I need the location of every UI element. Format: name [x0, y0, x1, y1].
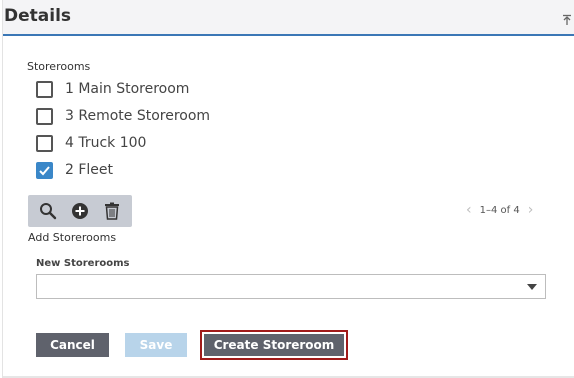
search-button[interactable]: [35, 198, 61, 224]
storeroom-label: 2 Fleet: [65, 162, 114, 178]
create-storeroom-focus-frame: Create Storeroom: [200, 330, 348, 360]
pagination: ‹ 1–4 of 4 ›: [458, 203, 541, 217]
save-button[interactable]: Save: [125, 333, 187, 357]
next-page-icon[interactable]: ›: [520, 203, 542, 217]
chevron-down-icon: [527, 284, 537, 290]
add-circle-icon: [72, 203, 88, 219]
storeroom-label: 1 Main Storeroom: [65, 81, 190, 97]
storeroom-item-main[interactable]: 1 Main Storeroom: [36, 78, 189, 100]
pagination-text: 1–4 of 4: [479, 204, 520, 216]
checkmark-icon: [39, 165, 50, 175]
new-storerooms-label: New Storerooms: [36, 258, 130, 269]
collapse-up-icon[interactable]: [561, 13, 573, 25]
create-storeroom-button[interactable]: Create Storeroom: [204, 334, 344, 356]
search-icon: [40, 203, 57, 220]
add-button[interactable]: [67, 198, 93, 224]
storeroom-label: 3 Remote Storeroom: [65, 108, 211, 124]
page-title: Details: [4, 6, 72, 26]
details-header: Details: [3, 0, 574, 36]
add-storerooms-label: Add Storerooms: [28, 231, 117, 244]
storerooms-label: Storerooms: [27, 60, 91, 73]
prev-page-icon[interactable]: ‹: [458, 203, 480, 217]
trash-icon: [105, 202, 119, 220]
storeroom-checkbox[interactable]: [36, 107, 53, 125]
details-panel: Details Storerooms 1 Main Storeroom 3 Re…: [2, 0, 574, 378]
storeroom-label: 4 Truck 100: [65, 135, 147, 151]
storeroom-item-fleet[interactable]: 2 Fleet: [36, 159, 113, 181]
storeroom-checkbox[interactable]: [36, 134, 53, 152]
cancel-button[interactable]: Cancel: [36, 333, 109, 357]
new-storerooms-select[interactable]: [36, 274, 546, 299]
storeroom-item-truck[interactable]: 4 Truck 100: [36, 132, 146, 154]
delete-button[interactable]: [99, 198, 125, 224]
storeroom-toolbar: [28, 195, 132, 227]
storeroom-checkbox-checked[interactable]: [36, 161, 53, 179]
storeroom-item-remote[interactable]: 3 Remote Storeroom: [36, 105, 210, 127]
storeroom-checkbox[interactable]: [36, 80, 53, 98]
